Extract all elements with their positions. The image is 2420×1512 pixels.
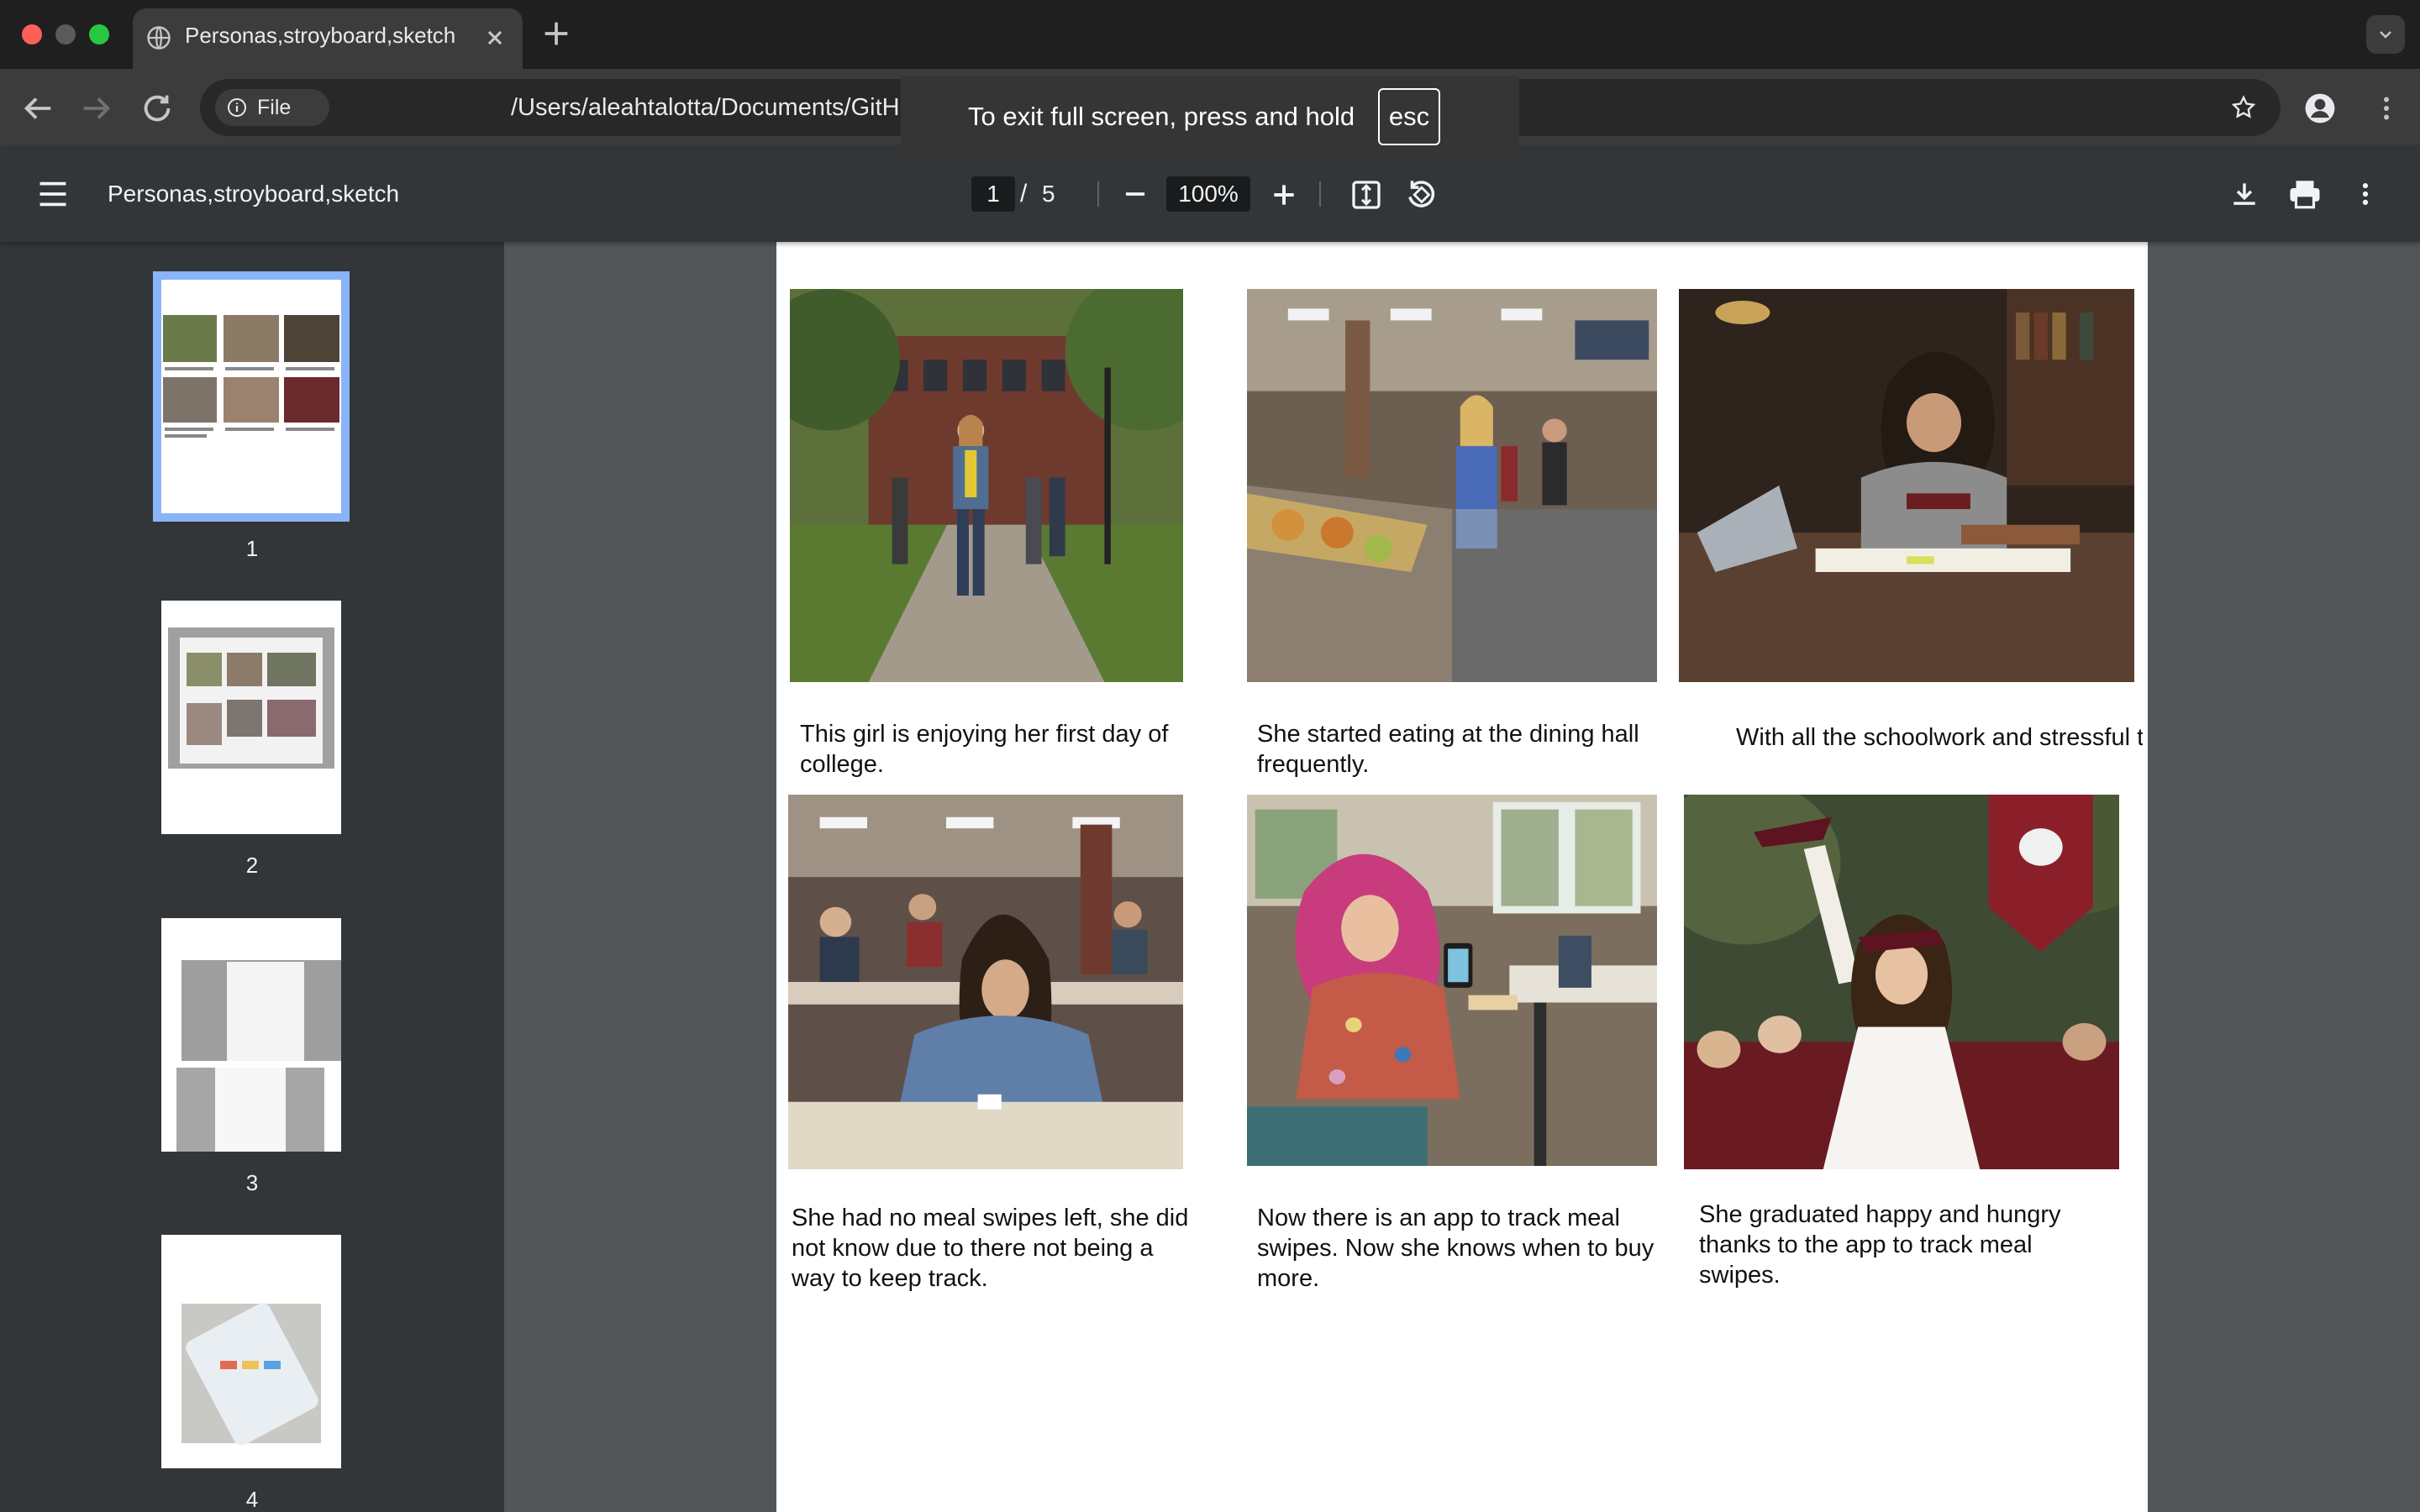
storyboard-image-first-day bbox=[790, 289, 1183, 682]
thumbnail-sidebar: 1 2 3 4 bbox=[0, 242, 504, 1512]
storyboard-caption-5: Now there is an app to track meal swipes… bbox=[1257, 1205, 1655, 1292]
page-separator: / bbox=[1020, 180, 1028, 207]
storyboard-caption-3: With all the schoolwork and stressful ti… bbox=[1736, 724, 2143, 751]
thumbnail-image bbox=[215, 1068, 286, 1152]
rotate-icon[interactable] bbox=[1403, 176, 1439, 212]
storyboard-caption-6: She graduated happy and hungry thanks to… bbox=[1699, 1201, 2061, 1289]
thumbnail-label: 3 bbox=[245, 1170, 259, 1195]
tab-search-button[interactable] bbox=[2366, 15, 2405, 54]
storyboard-caption-1: This girl is enjoying her first day of c… bbox=[800, 721, 1169, 778]
thumbnail-text-line bbox=[286, 367, 334, 370]
reload-icon[interactable] bbox=[138, 89, 176, 128]
thumbnail-image bbox=[267, 700, 316, 737]
thumbnail-label: 1 bbox=[245, 536, 259, 561]
print-icon[interactable] bbox=[2287, 176, 2323, 212]
thumbnail-image bbox=[284, 315, 339, 362]
thumbnail-image bbox=[187, 703, 222, 745]
pdf-page-1: This girl is enjoying her first day of c… bbox=[776, 242, 2148, 1512]
storyboard-image-dining-hall bbox=[1247, 289, 1657, 682]
close-window-button[interactable] bbox=[22, 24, 42, 45]
download-icon[interactable] bbox=[2228, 178, 2260, 210]
page-number-input[interactable]: 1 bbox=[971, 176, 1015, 212]
browser-tab-strip: Personas,stroyboard,sketch bbox=[0, 0, 2420, 69]
thumbnail-image bbox=[242, 1361, 259, 1369]
zoom-in-icon[interactable] bbox=[1267, 178, 1301, 212]
page-thumbnail-3[interactable] bbox=[161, 918, 341, 1152]
zoom-level-input[interactable]: 100% bbox=[1166, 176, 1250, 212]
thumbnail-text-line bbox=[286, 428, 334, 431]
page-thumbnail-4[interactable] bbox=[161, 1235, 341, 1468]
zoom-out-icon[interactable] bbox=[1119, 178, 1151, 210]
toolbar-divider bbox=[1097, 181, 1099, 207]
pdf-toolbar: Personas,stroyboard,sketch 1 / 5 100% bbox=[0, 146, 2420, 242]
esc-key-badge: esc bbox=[1378, 88, 1440, 145]
thumbnail-label: 2 bbox=[245, 853, 259, 878]
fullscreen-notice: To exit full screen, press and hold esc bbox=[901, 76, 1519, 158]
page-total: 5 bbox=[1042, 181, 1055, 207]
tab-title: Personas,stroyboard,sketch bbox=[185, 23, 456, 48]
more-actions-icon[interactable] bbox=[2351, 176, 2380, 212]
storyboard-image-app bbox=[1247, 795, 1657, 1166]
globe-icon bbox=[147, 26, 171, 50]
new-tab-icon[interactable] bbox=[539, 17, 573, 50]
browser-menu-icon[interactable] bbox=[2371, 92, 2402, 124]
storyboard-image-graduation bbox=[1684, 795, 2119, 1169]
page-thumbnail-2[interactable] bbox=[161, 601, 341, 834]
fullscreen-message: To exit full screen, press and hold bbox=[968, 102, 1355, 131]
zoom-window-button[interactable] bbox=[89, 24, 109, 45]
thumbnail-text-line bbox=[225, 367, 274, 370]
storyboard-caption-4: She had no meal swipes left, she did not… bbox=[792, 1205, 1189, 1292]
thumbnail-label: 4 bbox=[245, 1487, 259, 1512]
thumbnail-text-line bbox=[165, 367, 213, 370]
thumbnail-image bbox=[284, 377, 339, 423]
storyboard-image-studying bbox=[1679, 289, 2134, 682]
thumbnail-image bbox=[224, 315, 279, 362]
thumbnail-image bbox=[264, 1361, 281, 1369]
info-icon bbox=[228, 98, 246, 117]
thumbnail-image bbox=[163, 315, 217, 362]
bookmark-star-icon[interactable] bbox=[2230, 94, 2257, 121]
profile-avatar-icon[interactable] bbox=[2304, 92, 2336, 124]
close-tab-icon[interactable] bbox=[481, 24, 509, 52]
toolbar-divider bbox=[1319, 181, 1321, 207]
thumbnail-image bbox=[267, 653, 316, 686]
browser-tab[interactable]: Personas,stroyboard,sketch bbox=[133, 8, 523, 69]
thumbnail-image bbox=[227, 653, 262, 686]
thumbnail-image bbox=[163, 377, 217, 423]
storyboard-image-no-swipes bbox=[788, 795, 1183, 1169]
fit-page-icon[interactable] bbox=[1349, 178, 1383, 212]
thumbnail-image bbox=[227, 700, 262, 737]
thumbnail-image bbox=[227, 962, 304, 1061]
storyboard-caption-2: She started eating at the dining hall fr… bbox=[1257, 721, 1639, 778]
site-info-chip[interactable]: File bbox=[215, 89, 329, 126]
thumbnail-image bbox=[187, 653, 222, 686]
thumbnail-image bbox=[224, 377, 279, 423]
minimize-window-button[interactable] bbox=[55, 24, 76, 45]
pdf-viewer[interactable]: This girl is enjoying her first day of c… bbox=[504, 242, 2420, 1512]
pdf-title: Personas,stroyboard,sketch bbox=[108, 181, 400, 207]
thumbnail-text-line bbox=[165, 428, 213, 431]
page-thumbnail-1[interactable] bbox=[153, 271, 350, 522]
sidebar-menu-icon[interactable] bbox=[37, 180, 69, 208]
thumbnail-image bbox=[220, 1361, 237, 1369]
forward-arrow-icon[interactable] bbox=[77, 89, 116, 128]
site-info-label: File bbox=[257, 96, 292, 119]
back-arrow-icon[interactable] bbox=[18, 89, 57, 128]
thumbnail-text-line bbox=[165, 434, 207, 438]
thumbnail-text-line bbox=[225, 428, 274, 431]
chevron-down-icon bbox=[2380, 31, 2391, 39]
